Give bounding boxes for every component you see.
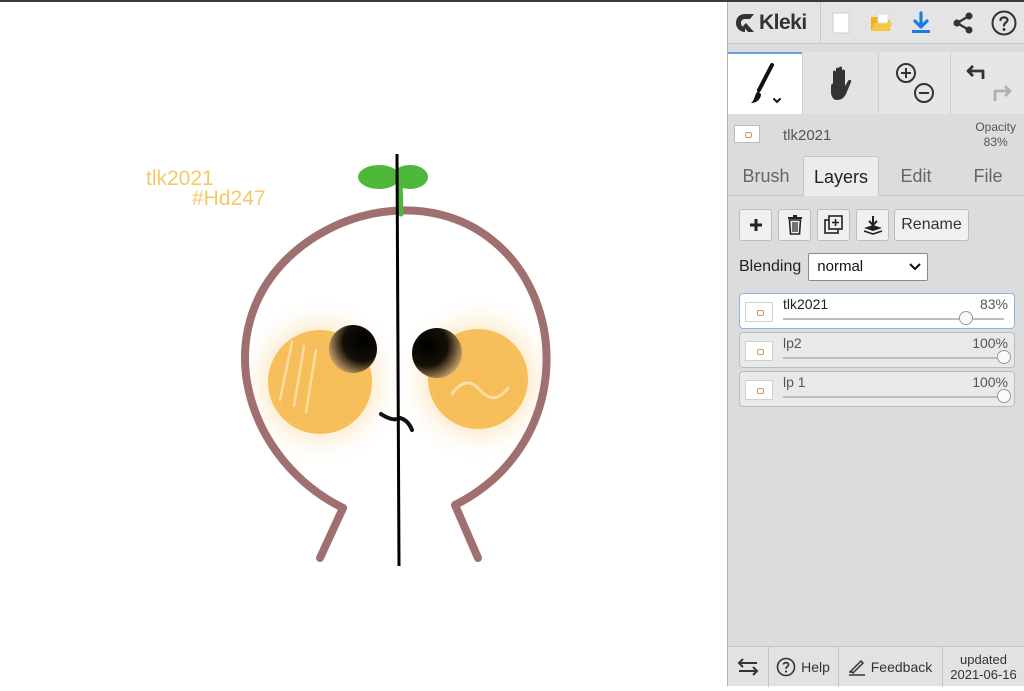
opacity-value: 83% xyxy=(983,135,1008,149)
download-icon xyxy=(912,11,930,33)
rename-layer-button[interactable]: Rename xyxy=(894,209,969,241)
kleki-logo-icon xyxy=(736,14,754,32)
duplicate-icon xyxy=(823,215,843,234)
updated-label: updated xyxy=(960,652,1007,667)
header-divider xyxy=(820,2,821,44)
help-label: Help xyxy=(801,659,830,675)
open-image-button[interactable] xyxy=(864,6,898,40)
brush-tool-button[interactable] xyxy=(728,52,802,114)
undo-redo-icon xyxy=(966,65,1011,101)
merge-down-icon xyxy=(863,216,882,235)
duplicate-layer-button[interactable] xyxy=(817,209,850,241)
swap-side-button[interactable] xyxy=(728,647,768,687)
blending-row: Blending normal xyxy=(739,253,929,281)
layer-item-lp2[interactable]: lp2 100% xyxy=(739,332,1015,368)
canvas-text-line2: #Hd247 xyxy=(192,187,266,210)
symmetry-guide-line[interactable] xyxy=(395,153,401,567)
current-layer-name: tlk2021 xyxy=(783,127,832,144)
left-leg xyxy=(316,504,347,562)
updated-date: 2021-06-16 xyxy=(950,667,1017,682)
tab-file[interactable]: File xyxy=(952,156,1024,196)
layer-opacity-slider[interactable] xyxy=(783,396,1004,398)
feedback-label: Feedback xyxy=(870,659,933,675)
chevron-down-icon xyxy=(909,263,921,271)
tool-row xyxy=(728,52,1024,114)
add-layer-button[interactable] xyxy=(739,209,772,241)
panel-footer: Help Feedback updated 2021-06-16 xyxy=(728,646,1024,687)
feedback-button[interactable]: Feedback xyxy=(839,647,941,687)
layer-thumbnail xyxy=(745,380,773,400)
layer-opacity-slider[interactable] xyxy=(783,357,1004,359)
download-button[interactable] xyxy=(904,6,938,40)
layer-opacity: 100% xyxy=(972,374,1008,390)
layer-thumbnail xyxy=(745,302,773,322)
tab-layers[interactable]: Layers xyxy=(803,156,879,196)
hand-icon xyxy=(830,66,851,100)
share-button[interactable] xyxy=(946,6,980,40)
undo-redo-group[interactable] xyxy=(950,52,1024,114)
layer-opacity: 100% xyxy=(972,335,1008,351)
plus-icon xyxy=(749,219,762,231)
trash-icon xyxy=(787,215,802,235)
new-image-icon xyxy=(832,12,850,34)
drawing-canvas[interactable]: tlk2021 #Hd247 xyxy=(0,2,727,686)
help-circle-icon xyxy=(776,657,796,677)
layer-opacity: 83% xyxy=(979,296,1008,312)
blending-value: normal xyxy=(817,258,864,275)
layer-opacity-handle[interactable] xyxy=(959,311,974,325)
layer-item-lp1[interactable]: lp 1 100% xyxy=(739,371,1015,407)
feedback-pencil-icon xyxy=(848,659,865,676)
zoom-tool-button[interactable] xyxy=(878,52,950,114)
layer-name: lp 1 xyxy=(783,374,806,390)
tool-panel: Kleki tlk2021 Opacity 83% Brush Layers E… xyxy=(727,2,1024,687)
tab-edit[interactable]: Edit xyxy=(880,156,952,196)
blending-label: Blending xyxy=(739,258,802,275)
updated-info[interactable]: updated 2021-06-16 xyxy=(943,647,1024,687)
current-layer-info: tlk2021 Opacity 83% xyxy=(728,120,1024,156)
new-image-button[interactable] xyxy=(824,6,858,40)
help-icon xyxy=(991,10,1017,36)
panel-tabs: Brush Layers Edit File xyxy=(728,156,1024,196)
merge-layer-button[interactable] xyxy=(856,209,889,241)
opacity-label: Opacity xyxy=(975,120,1016,134)
blending-select[interactable]: normal xyxy=(808,253,929,281)
brush-icon xyxy=(751,63,781,104)
layer-item-tlk2021[interactable]: tlk2021 83% xyxy=(739,293,1015,329)
share-icon xyxy=(953,12,973,34)
layer-thumbnail xyxy=(745,341,773,361)
zoom-in-out-icon xyxy=(895,63,934,103)
layer-name: tlk2021 xyxy=(783,296,829,312)
current-layer-thumbnail xyxy=(734,125,760,143)
app-name: Kleki xyxy=(759,11,807,34)
layer-name: lp2 xyxy=(783,335,802,351)
help-link-button[interactable]: Help xyxy=(769,647,837,687)
left-eye xyxy=(329,325,377,373)
kleki-logo[interactable]: Kleki xyxy=(734,7,807,39)
layer-opacity-handle[interactable] xyxy=(997,389,1011,403)
layer-opacity-handle[interactable] xyxy=(997,350,1011,364)
hand-tool-button[interactable] xyxy=(802,52,878,114)
right-eye xyxy=(412,328,462,378)
tab-brush[interactable]: Brush xyxy=(730,156,802,196)
canvas-artwork: tlk2021 #Hd247 xyxy=(146,153,562,567)
delete-layer-button[interactable] xyxy=(778,209,811,241)
panel-header: Kleki xyxy=(728,2,1024,44)
swap-arrows-icon xyxy=(737,658,759,676)
open-folder-icon xyxy=(871,13,892,31)
help-button[interactable] xyxy=(987,6,1021,40)
right-leg xyxy=(451,501,482,562)
